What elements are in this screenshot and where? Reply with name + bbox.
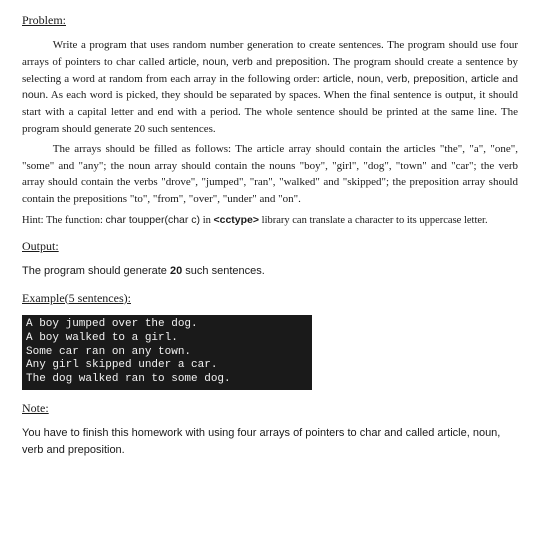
console-line: The dog walked ran to some dog. <box>26 373 231 385</box>
hint-function: char toupper(char c) <box>106 214 201 226</box>
text: The program should generate <box>22 265 170 277</box>
hint-text-c: library can translate a character to its… <box>259 215 488 226</box>
note-text: You have to finish this homework with us… <box>22 425 518 458</box>
problem-paragraph-2: The arrays should be filled as follows: … <box>22 141 518 207</box>
console-output: A boy jumped over the dog. A boy walked … <box>22 315 312 390</box>
keyword-noun: noun <box>203 56 226 68</box>
keyword-noun-2: noun <box>22 89 45 101</box>
hint-block: Hint: The function: char toupper(char c)… <box>22 213 518 228</box>
heading-note: Note: <box>22 400 518 417</box>
console-line: A boy walked to a girl. <box>26 332 178 344</box>
console-line: A boy jumped over the dog. <box>26 318 198 330</box>
text: and <box>253 56 276 68</box>
hint-text-a: Hint: The function: <box>22 215 106 226</box>
keyword-preposition: preposition <box>276 56 327 68</box>
heading-output: Output: <box>22 238 518 255</box>
console-line: Some car ran on any town. <box>26 346 191 358</box>
output-count: 20 <box>170 265 182 277</box>
keyword-order: article, noun, verb, preposition, articl… <box>323 73 499 85</box>
text: such sentences. <box>182 265 265 277</box>
heading-problem: Problem: <box>22 12 518 29</box>
hint-text-b: in <box>200 215 213 226</box>
keyword-verb: verb <box>232 56 252 68</box>
console-line: Any girl skipped under a car. <box>26 359 217 371</box>
hint-library: <cctype> <box>213 214 259 226</box>
problem-paragraph-1: Write a program that uses random number … <box>22 37 518 137</box>
keyword-article: article <box>168 56 196 68</box>
output-text: The program should generate 20 such sent… <box>22 264 518 280</box>
text: . As each word is picked, they should be… <box>22 89 518 134</box>
text: and <box>499 73 518 85</box>
heading-example: Example(5 sentences): <box>22 290 518 307</box>
